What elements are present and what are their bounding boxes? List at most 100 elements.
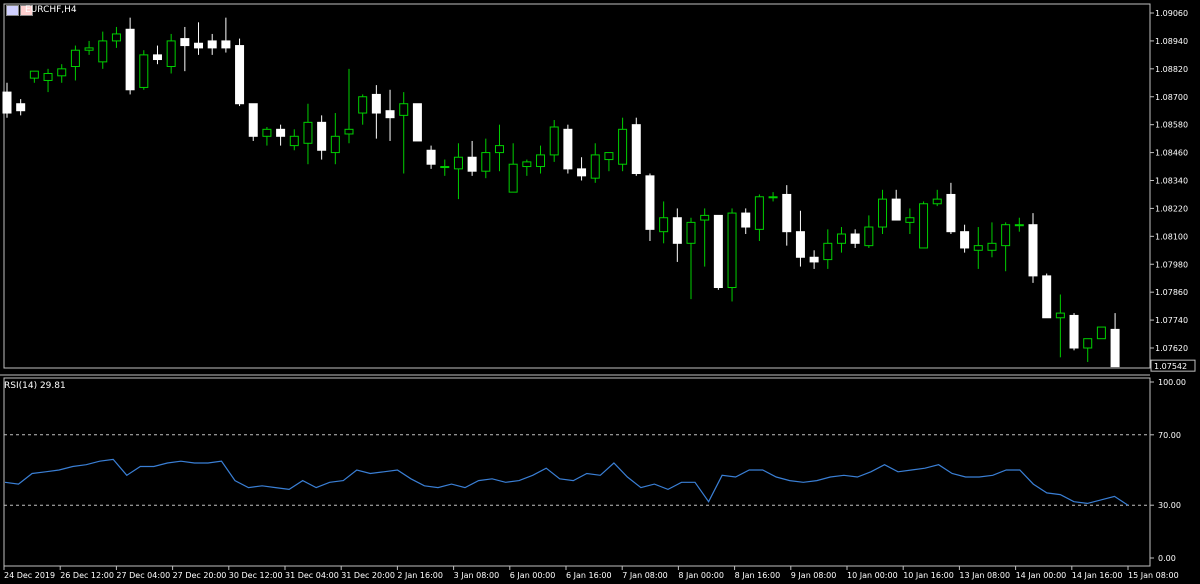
candle-body xyxy=(317,121,327,151)
price-tick-label: 1.07860 xyxy=(1155,288,1188,297)
candle-body xyxy=(864,226,874,247)
candle-body xyxy=(618,128,628,165)
candle-body xyxy=(1110,328,1120,368)
price-tick-label: 1.08580 xyxy=(1155,121,1188,130)
candle-body xyxy=(713,214,723,289)
candle-body xyxy=(344,128,354,135)
candle-body xyxy=(399,103,409,116)
candle-body xyxy=(29,70,39,79)
candle-body xyxy=(166,40,176,68)
price-pane-frame xyxy=(3,3,1151,369)
candle-body xyxy=(440,166,450,169)
candle-body xyxy=(426,149,436,165)
rsi-tick-label: 0.00 xyxy=(1158,554,1176,563)
time-tick-label: 24 Dec 2019 xyxy=(4,571,55,580)
candle-body xyxy=(481,152,491,172)
candle-body xyxy=(549,126,559,156)
candle-body xyxy=(891,198,901,221)
candle-body xyxy=(672,217,682,244)
candle-body xyxy=(768,196,778,199)
rsi-title: RSI(14) 29.81 xyxy=(4,381,66,391)
price-tick-label: 1.07740 xyxy=(1155,316,1188,325)
candle-body xyxy=(960,231,970,249)
candle-body xyxy=(70,49,80,68)
candle-body xyxy=(987,242,997,251)
candle-body xyxy=(850,233,860,244)
rsi-tick-label: 70.00 xyxy=(1158,431,1181,440)
candle-body xyxy=(194,42,204,49)
candle-body xyxy=(604,152,614,161)
rsi-tick-label: 30.00 xyxy=(1158,501,1181,510)
candle-body xyxy=(139,54,149,88)
chart-canvas[interactable]: 1.09060 1.08940 1.08820 1.08700 1.08580 1.084… xyxy=(0,0,1200,584)
candle-body xyxy=(919,203,929,249)
candle-body xyxy=(631,124,641,175)
candle-body xyxy=(111,33,121,42)
candle-body xyxy=(1042,275,1052,319)
candle-body xyxy=(795,231,805,258)
candle-body xyxy=(371,93,381,114)
time-tick-label: 7 Jan 08:00 xyxy=(622,571,668,580)
candle-body xyxy=(645,175,655,230)
candle-body xyxy=(43,72,53,81)
candle-body xyxy=(905,217,915,223)
time-tick-label: 10 Jan 00:00 xyxy=(847,571,898,580)
candle-body xyxy=(1083,338,1093,349)
time-tick-label: 27 Dec 04:00 xyxy=(116,571,170,580)
time-tick-label: 14 Jan 16:00 xyxy=(1072,571,1123,580)
candle-body xyxy=(782,193,792,233)
candle-body xyxy=(276,128,286,137)
price-tick-label: 1.08940 xyxy=(1155,37,1188,46)
time-tick-label: 26 Dec 12:00 xyxy=(60,571,114,580)
time-tick-label: 31 Dec 20:00 xyxy=(341,571,395,580)
price-tick-label: 1.09060 xyxy=(1155,9,1188,18)
candle-body xyxy=(494,145,504,154)
candle-body xyxy=(700,214,710,221)
candle-body xyxy=(330,135,340,154)
price-tick-label: 1.08700 xyxy=(1155,93,1188,102)
candle-body xyxy=(522,161,532,168)
time-tick-label: 27 Dec 20:00 xyxy=(173,571,227,580)
candle-body xyxy=(262,128,272,137)
candle-body xyxy=(1001,224,1011,247)
candle-body xyxy=(180,38,190,47)
current-price-label: 1.07542 xyxy=(1154,362,1187,371)
candle-body xyxy=(563,128,573,170)
chart-icon-left xyxy=(6,5,19,16)
candle-body xyxy=(84,47,94,51)
candle-body xyxy=(152,54,162,61)
time-tick-label: 30 Dec 12:00 xyxy=(229,571,283,580)
price-tick-label: 1.08220 xyxy=(1155,204,1188,213)
candle-body xyxy=(2,91,12,114)
candle-body xyxy=(577,168,587,177)
rsi-tick-label: 100.00 xyxy=(1158,378,1186,387)
candle-body xyxy=(1096,326,1106,340)
candle-body xyxy=(809,256,819,263)
candle-body xyxy=(385,110,395,119)
candle-body xyxy=(207,40,217,49)
time-tick-label: 8 Jan 16:00 xyxy=(735,571,781,580)
candle-body xyxy=(686,221,696,244)
time-tick-label: 13 Jan 08:00 xyxy=(959,571,1010,580)
rsi-pane-frame xyxy=(3,377,1151,567)
candle-body xyxy=(1069,314,1079,349)
candle-body xyxy=(1014,224,1024,227)
price-tick-label: 1.08340 xyxy=(1155,177,1188,186)
candle-body xyxy=(659,217,669,233)
candle-body xyxy=(823,242,833,261)
candle-body xyxy=(235,45,245,105)
price-tick-label: 1.08100 xyxy=(1155,232,1188,241)
candle-body xyxy=(878,198,888,228)
candle-body xyxy=(1055,312,1065,319)
candle-body xyxy=(303,121,313,144)
price-tick-label: 1.07620 xyxy=(1155,344,1188,353)
candle-body xyxy=(536,154,546,168)
time-tick-label: 6 Jan 00:00 xyxy=(510,571,556,580)
candle-body xyxy=(248,103,258,137)
candle-body xyxy=(16,103,26,112)
candle-body xyxy=(508,163,518,193)
candle-body xyxy=(946,193,956,233)
candle-body xyxy=(932,198,942,205)
time-tick-label: 14 Jan 00:00 xyxy=(1016,571,1067,580)
time-tick-label: 15 Jan 08:00 xyxy=(1128,571,1179,580)
